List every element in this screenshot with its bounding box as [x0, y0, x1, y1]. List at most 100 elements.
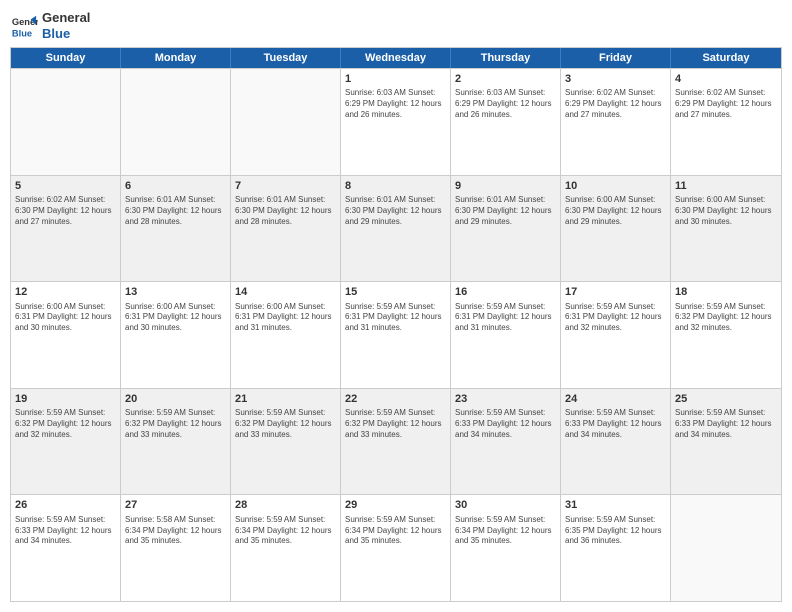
day-info: Sunrise: 6:01 AM Sunset: 6:30 PM Dayligh…	[235, 195, 336, 227]
calendar-day-27: 27 Sunrise: 5:58 AM Sunset: 6:34 PM Dayli…	[121, 495, 231, 601]
day-number: 24	[565, 392, 666, 406]
day-info: Sunrise: 6:00 AM Sunset: 6:30 PM Dayligh…	[675, 195, 777, 227]
day-info: Sunrise: 5:59 AM Sunset: 6:32 PM Dayligh…	[15, 408, 116, 440]
day-info: Sunrise: 5:59 AM Sunset: 6:33 PM Dayligh…	[675, 408, 777, 440]
day-info: Sunrise: 5:59 AM Sunset: 6:34 PM Dayligh…	[345, 515, 446, 547]
calendar-day-18: 18 Sunrise: 5:59 AM Sunset: 6:32 PM Dayli…	[671, 282, 781, 388]
day-number: 31	[565, 498, 666, 512]
header-day-thursday: Thursday	[451, 48, 561, 68]
day-number: 18	[675, 285, 777, 299]
day-number: 1	[345, 72, 446, 86]
calendar-day-5: 5Sunrise: 6:02 AM Sunset: 6:30 PM Daylig…	[11, 176, 121, 282]
calendar-day-25: 25 Sunrise: 5:59 AM Sunset: 6:33 PM Dayli…	[671, 389, 781, 495]
day-info: Sunrise: 5:59 AM Sunset: 6:34 PM Dayligh…	[235, 515, 336, 547]
day-number: 25	[675, 392, 777, 406]
calendar-cell-empty	[671, 495, 781, 601]
day-info: Sunrise: 6:03 AM Sunset: 6:29 PM Dayligh…	[345, 88, 446, 120]
day-number: 15	[345, 285, 446, 299]
day-info: Sunrise: 5:59 AM Sunset: 6:32 PM Dayligh…	[675, 302, 777, 334]
calendar-day-8: 8Sunrise: 6:01 AM Sunset: 6:30 PM Daylig…	[341, 176, 451, 282]
day-info: Sunrise: 6:01 AM Sunset: 6:30 PM Dayligh…	[125, 195, 226, 227]
calendar-day-16: 16Sunrise: 5:59 AM Sunset: 6:31 PM Dayli…	[451, 282, 561, 388]
day-info: Sunrise: 6:02 AM Sunset: 6:30 PM Dayligh…	[15, 195, 116, 227]
calendar-body: 1 Sunrise: 6:03 AM Sunset: 6:29 PM Daylig…	[11, 68, 781, 601]
day-number: 20	[125, 392, 226, 406]
day-number: 26	[15, 498, 116, 512]
calendar-day-11: 11Sunrise: 6:00 AM Sunset: 6:30 PM Dayli…	[671, 176, 781, 282]
svg-text:Blue: Blue	[12, 28, 32, 38]
calendar-day-15: 15 Sunrise: 5:59 AM Sunset: 6:31 PM Dayli…	[341, 282, 451, 388]
calendar-day-3: 3Sunrise: 6:02 AM Sunset: 6:29 PM Daylig…	[561, 69, 671, 175]
calendar-day-26: 26 Sunrise: 5:59 AM Sunset: 6:33 PM Dayli…	[11, 495, 121, 601]
day-number: 22	[345, 392, 446, 406]
calendar-cell-empty	[231, 69, 341, 175]
calendar-day-10: 10 Sunrise: 6:00 AM Sunset: 6:30 PM Dayli…	[561, 176, 671, 282]
calendar-day-19: 19 Sunrise: 5:59 AM Sunset: 6:32 PM Dayli…	[11, 389, 121, 495]
day-number: 6	[125, 179, 226, 193]
calendar-day-31: 31 Sunrise: 5:59 AM Sunset: 6:35 PM Dayli…	[561, 495, 671, 601]
day-number: 19	[15, 392, 116, 406]
day-info: Sunrise: 5:59 AM Sunset: 6:34 PM Dayligh…	[455, 515, 556, 547]
calendar-day-24: 24Sunrise: 5:59 AM Sunset: 6:33 PM Dayli…	[561, 389, 671, 495]
day-info: Sunrise: 6:03 AM Sunset: 6:29 PM Dayligh…	[455, 88, 556, 120]
calendar-day-28: 28 Sunrise: 5:59 AM Sunset: 6:34 PM Dayli…	[231, 495, 341, 601]
day-info: Sunrise: 6:01 AM Sunset: 6:30 PM Dayligh…	[345, 195, 446, 227]
calendar-day-7: 7 Sunrise: 6:01 AM Sunset: 6:30 PM Daylig…	[231, 176, 341, 282]
header-day-tuesday: Tuesday	[231, 48, 341, 68]
header-day-monday: Monday	[121, 48, 231, 68]
day-number: 17	[565, 285, 666, 299]
day-number: 23	[455, 392, 556, 406]
day-number: 14	[235, 285, 336, 299]
calendar-row-4: 19 Sunrise: 5:59 AM Sunset: 6:32 PM Dayli…	[11, 388, 781, 495]
day-info: Sunrise: 5:58 AM Sunset: 6:34 PM Dayligh…	[125, 515, 226, 547]
day-info: Sunrise: 6:01 AM Sunset: 6:30 PM Dayligh…	[455, 195, 556, 227]
calendar-cell-empty	[121, 69, 231, 175]
calendar-day-20: 20 Sunrise: 5:59 AM Sunset: 6:32 PM Dayli…	[121, 389, 231, 495]
day-number: 28	[235, 498, 336, 512]
page-header: General Blue General Blue	[10, 10, 782, 41]
day-info: Sunrise: 5:59 AM Sunset: 6:31 PM Dayligh…	[565, 302, 666, 334]
day-number: 9	[455, 179, 556, 193]
calendar-header-row: SundayMondayTuesdayWednesdayThursdayFrid…	[11, 48, 781, 68]
calendar-day-14: 14 Sunrise: 6:00 AM Sunset: 6:31 PM Dayli…	[231, 282, 341, 388]
calendar-row-3: 12 Sunrise: 6:00 AM Sunset: 6:31 PM Dayli…	[11, 281, 781, 388]
calendar-row-2: 5Sunrise: 6:02 AM Sunset: 6:30 PM Daylig…	[11, 175, 781, 282]
day-info: Sunrise: 5:59 AM Sunset: 6:32 PM Dayligh…	[125, 408, 226, 440]
calendar-day-23: 23Sunrise: 5:59 AM Sunset: 6:33 PM Dayli…	[451, 389, 561, 495]
calendar-day-21: 21 Sunrise: 5:59 AM Sunset: 6:32 PM Dayli…	[231, 389, 341, 495]
calendar-day-9: 9 Sunrise: 6:01 AM Sunset: 6:30 PM Daylig…	[451, 176, 561, 282]
day-info: Sunrise: 5:59 AM Sunset: 6:33 PM Dayligh…	[15, 515, 116, 547]
day-number: 12	[15, 285, 116, 299]
logo: General Blue General Blue	[10, 10, 90, 41]
day-info: Sunrise: 5:59 AM Sunset: 6:31 PM Dayligh…	[455, 302, 556, 334]
day-info: Sunrise: 5:59 AM Sunset: 6:35 PM Dayligh…	[565, 515, 666, 547]
day-info: Sunrise: 6:02 AM Sunset: 6:29 PM Dayligh…	[565, 88, 666, 120]
calendar-day-6: 6 Sunrise: 6:01 AM Sunset: 6:30 PM Daylig…	[121, 176, 231, 282]
day-info: Sunrise: 5:59 AM Sunset: 6:32 PM Dayligh…	[235, 408, 336, 440]
day-number: 10	[565, 179, 666, 193]
day-number: 4	[675, 72, 777, 86]
day-info: Sunrise: 5:59 AM Sunset: 6:31 PM Dayligh…	[345, 302, 446, 334]
day-number: 30	[455, 498, 556, 512]
calendar-row-5: 26 Sunrise: 5:59 AM Sunset: 6:33 PM Dayli…	[11, 494, 781, 601]
header-day-saturday: Saturday	[671, 48, 781, 68]
calendar-day-2: 2Sunrise: 6:03 AM Sunset: 6:29 PM Daylig…	[451, 69, 561, 175]
calendar-day-4: 4 Sunrise: 6:02 AM Sunset: 6:29 PM Daylig…	[671, 69, 781, 175]
calendar-day-30: 30 Sunrise: 5:59 AM Sunset: 6:34 PM Dayli…	[451, 495, 561, 601]
calendar-day-17: 17 Sunrise: 5:59 AM Sunset: 6:31 PM Dayli…	[561, 282, 671, 388]
header-day-friday: Friday	[561, 48, 671, 68]
day-number: 7	[235, 179, 336, 193]
header-day-sunday: Sunday	[11, 48, 121, 68]
day-number: 27	[125, 498, 226, 512]
day-info: Sunrise: 5:59 AM Sunset: 6:32 PM Dayligh…	[345, 408, 446, 440]
calendar-day-22: 22 Sunrise: 5:59 AM Sunset: 6:32 PM Dayli…	[341, 389, 451, 495]
day-number: 21	[235, 392, 336, 406]
calendar: SundayMondayTuesdayWednesdayThursdayFrid…	[10, 47, 782, 602]
calendar-day-29: 29Sunrise: 5:59 AM Sunset: 6:34 PM Dayli…	[341, 495, 451, 601]
day-info: Sunrise: 6:02 AM Sunset: 6:29 PM Dayligh…	[675, 88, 777, 120]
day-info: Sunrise: 6:00 AM Sunset: 6:30 PM Dayligh…	[565, 195, 666, 227]
day-info: Sunrise: 6:00 AM Sunset: 6:31 PM Dayligh…	[235, 302, 336, 334]
day-info: Sunrise: 6:00 AM Sunset: 6:31 PM Dayligh…	[15, 302, 116, 334]
calendar-day-12: 12 Sunrise: 6:00 AM Sunset: 6:31 PM Dayli…	[11, 282, 121, 388]
calendar-row-1: 1 Sunrise: 6:03 AM Sunset: 6:29 PM Daylig…	[11, 68, 781, 175]
